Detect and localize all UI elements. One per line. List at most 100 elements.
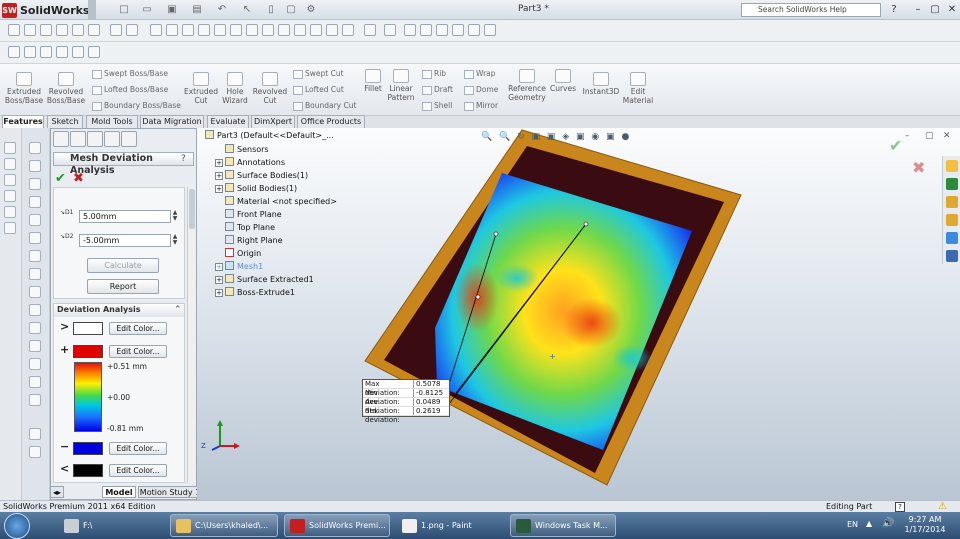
open-icon[interactable]: ▭ bbox=[140, 3, 154, 16]
dimxpert-manager-tab-icon[interactable] bbox=[104, 131, 120, 147]
tab-scroll-arrows[interactable]: ◂▸ bbox=[50, 486, 64, 498]
linear-pattern-button[interactable]: Linear Pattern bbox=[385, 69, 417, 102]
tab-model[interactable]: Model bbox=[102, 486, 136, 498]
taskbar-item-solidworks[interactable]: SolidWorks Premi... bbox=[284, 514, 390, 537]
tab-sketch[interactable]: Sketch bbox=[47, 115, 83, 128]
toolbar-icon[interactable] bbox=[110, 24, 122, 36]
expand-icon[interactable]: + bbox=[215, 289, 223, 297]
volume-icon[interactable]: 🔊 bbox=[882, 518, 894, 529]
system-clock[interactable]: 9:27 AM 1/17/2014 bbox=[904, 515, 946, 535]
toolbar-icon[interactable] bbox=[29, 394, 41, 406]
edit-material-button[interactable]: Edit Material bbox=[620, 72, 656, 105]
toolbar-icon[interactable] bbox=[56, 46, 68, 58]
tab-office-products[interactable]: Office Products bbox=[297, 115, 365, 128]
language-indicator[interactable]: EN bbox=[847, 520, 858, 529]
toolbar-icon[interactable] bbox=[4, 222, 16, 234]
d2-spin-arrows[interactable]: ▲ ▼ bbox=[171, 234, 179, 247]
hole-wizard-button[interactable]: Hole Wizard bbox=[218, 72, 252, 105]
menu-flyout-arrow[interactable] bbox=[88, 0, 96, 20]
toolbar-icon[interactable] bbox=[88, 24, 100, 36]
minimize-icon[interactable]: – bbox=[912, 4, 924, 16]
toolbar-icon[interactable] bbox=[4, 190, 16, 202]
tab-motion-study-1[interactable]: Motion Study 1 bbox=[138, 486, 202, 498]
view-palette-icon[interactable] bbox=[946, 214, 958, 226]
report-button[interactable]: Report bbox=[87, 279, 159, 294]
toolbar-icon[interactable] bbox=[310, 24, 322, 36]
home-icon[interactable] bbox=[946, 160, 958, 172]
help-icon[interactable]: ? bbox=[181, 154, 186, 164]
toolbar-icon[interactable] bbox=[436, 24, 448, 36]
toolbar-icon[interactable] bbox=[72, 46, 84, 58]
appearances-icon[interactable] bbox=[946, 232, 958, 244]
tree-item-top-plane[interactable]: Top Plane bbox=[215, 222, 275, 234]
toolbar-icon[interactable] bbox=[246, 24, 258, 36]
tree-item-right-plane[interactable]: Right Plane bbox=[215, 235, 283, 247]
toolbar-icon[interactable] bbox=[24, 24, 36, 36]
scrollbar-thumb[interactable] bbox=[189, 189, 195, 229]
tray-overflow-icon[interactable]: ▲ bbox=[866, 519, 872, 528]
design-library-icon[interactable] bbox=[946, 178, 958, 190]
mirror-button[interactable]: Mirror bbox=[464, 101, 498, 111]
toolbar-icon[interactable] bbox=[29, 446, 41, 458]
expand-icon[interactable]: + bbox=[215, 276, 223, 284]
select-icon[interactable]: ↖ bbox=[240, 3, 254, 16]
toolbar-icon[interactable] bbox=[8, 24, 20, 36]
edit-color-button-above[interactable]: Edit Color... bbox=[109, 322, 167, 335]
viewport-restore-icon[interactable]: ▢ bbox=[925, 131, 934, 141]
print-icon[interactable]: ▤ bbox=[190, 3, 204, 16]
shell-button[interactable]: Shell bbox=[422, 101, 452, 111]
feature-manager-tab-icon[interactable] bbox=[53, 131, 69, 147]
tab-mold-tools[interactable]: Mold Tools bbox=[86, 115, 138, 128]
d1-spin-arrows[interactable]: ▲ ▼ bbox=[171, 210, 179, 223]
solidworks-logo[interactable]: SW SolidWorks bbox=[2, 2, 89, 18]
draft-button[interactable]: Draft bbox=[422, 85, 453, 95]
taskbar-item-task-manager[interactable]: Windows Task M... bbox=[510, 514, 616, 537]
tree-item-front-plane[interactable]: Front Plane bbox=[215, 209, 282, 221]
start-button-icon[interactable] bbox=[4, 513, 30, 539]
toolbar-icon[interactable] bbox=[468, 24, 480, 36]
curves-button[interactable]: Curves bbox=[548, 69, 578, 93]
tree-item-origin[interactable]: Origin bbox=[215, 248, 261, 260]
toolbar-icon[interactable] bbox=[126, 24, 138, 36]
tree-item-annotations[interactable]: + Annotations bbox=[215, 157, 285, 169]
toolbar-icon[interactable] bbox=[29, 340, 41, 352]
edit-color-button-max[interactable]: Edit Color... bbox=[109, 345, 167, 358]
toolbar-icon[interactable] bbox=[40, 46, 52, 58]
expand-icon[interactable]: + bbox=[215, 172, 223, 180]
swept-cut-button[interactable]: Swept Cut bbox=[293, 69, 344, 79]
extruded-boss-button[interactable]: Extruded Boss/Base bbox=[4, 72, 44, 105]
rebuild-warning-icon[interactable]: ⚠ bbox=[938, 501, 947, 512]
toolbar-icon[interactable] bbox=[452, 24, 464, 36]
tab-data-migration[interactable]: Data Migration bbox=[140, 115, 204, 128]
deviation-analysis-header[interactable]: Deviation Analysis bbox=[54, 304, 184, 317]
toolbar-icon[interactable] bbox=[384, 24, 396, 36]
d2-distance-input[interactable]: -5.00mm bbox=[79, 234, 171, 247]
save-icon[interactable]: ▣ bbox=[165, 3, 179, 16]
toolbar-icon[interactable] bbox=[29, 142, 41, 154]
toolbar-icon[interactable] bbox=[342, 24, 354, 36]
undo-icon[interactable]: ↶ bbox=[215, 3, 229, 16]
ok-check-icon[interactable]: ✔ bbox=[55, 171, 66, 186]
toolbar-icon[interactable] bbox=[88, 46, 100, 58]
tree-item-boss-extrude1[interactable]: + Boss-Extrude1 bbox=[215, 287, 295, 299]
toolbar-icon[interactable] bbox=[8, 46, 20, 58]
toolbar-icon[interactable] bbox=[29, 376, 41, 388]
edit-color-button-below[interactable]: Edit Color... bbox=[109, 464, 167, 477]
revolved-cut-button[interactable]: Revolved Cut bbox=[250, 72, 290, 105]
help-dropdown-icon[interactable]: ? bbox=[888, 4, 900, 16]
help-search-input[interactable]: Search SolidWorks Help bbox=[741, 3, 881, 17]
toolbar-icon[interactable] bbox=[420, 24, 432, 36]
toolbar-icon[interactable] bbox=[294, 24, 306, 36]
toolbar-icon[interactable] bbox=[166, 24, 178, 36]
tree-item-surface-extracted1[interactable]: + Surface Extracted1 bbox=[215, 274, 314, 286]
rib-button[interactable]: Rib bbox=[422, 69, 446, 79]
toolbar-icon[interactable] bbox=[4, 174, 16, 186]
toolbar-icon[interactable] bbox=[214, 24, 226, 36]
toolbar-icon[interactable] bbox=[29, 196, 41, 208]
toolbar-icon[interactable] bbox=[29, 286, 41, 298]
tree-item-mesh1[interactable]: + Mesh1 bbox=[215, 261, 263, 273]
instant3d-button[interactable]: Instant3D bbox=[582, 72, 620, 96]
toolbar-icon[interactable] bbox=[29, 428, 41, 440]
collapse-chevron-icon[interactable]: ⌃ bbox=[174, 305, 182, 315]
viewport-close-icon[interactable]: ✕ bbox=[943, 131, 951, 141]
